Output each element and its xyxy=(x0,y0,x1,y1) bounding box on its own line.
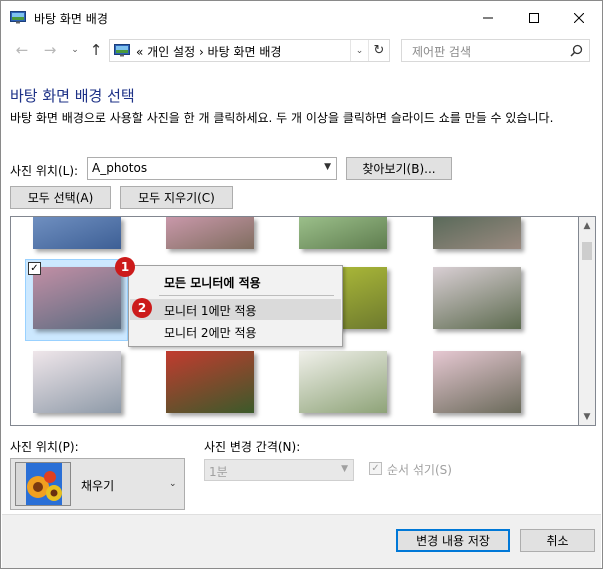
scroll-down-button[interactable]: ▼ xyxy=(579,408,595,425)
page-title: 바탕 화면 배경 선택 xyxy=(10,87,135,105)
thumbnail-dark-trees[interactable] xyxy=(433,217,521,249)
shuffle-label: 순서 섞기(S) xyxy=(387,463,452,477)
scrollbar-thumb[interactable] xyxy=(582,242,592,260)
minimize-icon xyxy=(483,17,493,18)
arrow-right-icon: → xyxy=(43,41,57,59)
interval-label: 사진 변경 간격(N): xyxy=(204,440,301,454)
close-icon xyxy=(574,12,584,23)
picture-checkbox[interactable]: ✓ xyxy=(28,262,41,275)
search-input[interactable]: 제어판 검색 xyxy=(401,39,590,62)
desktop-background-icon xyxy=(10,11,26,24)
step-badge-1: 1 xyxy=(115,257,135,277)
arrow-up-icon: ↑ xyxy=(89,41,103,59)
thumbnail-cherry-blossom-sky[interactable] xyxy=(33,351,121,413)
chevron-down-icon: ▼ xyxy=(324,162,331,172)
menu-item-apply-all-monitors[interactable]: 모든 모니터에 적용 xyxy=(164,274,261,291)
address-dropdown-button[interactable]: ⌄ xyxy=(350,40,368,61)
thumbnail-green-branch[interactable] xyxy=(299,217,387,249)
scroll-up-button[interactable]: ▲ xyxy=(579,217,595,234)
thumbnail-magnolia-building[interactable] xyxy=(33,267,121,329)
save-changes-button[interactable]: 변경 내용 저장 xyxy=(396,529,510,552)
title-bar: 바탕 화면 배경 xyxy=(1,1,602,34)
forward-button[interactable]: → xyxy=(41,41,59,59)
step-badge-2: 2 xyxy=(132,298,152,318)
chevron-down-icon: ⌄ xyxy=(71,45,79,55)
menu-separator xyxy=(159,295,334,296)
position-preview-image xyxy=(15,462,71,506)
thumbnail-pink-cherry-tree[interactable] xyxy=(433,351,521,413)
clear-all-button[interactable]: 모두 지우기(C) xyxy=(120,186,233,209)
maximize-icon xyxy=(529,12,539,23)
thumbnail-white-flowers[interactable] xyxy=(299,351,387,413)
menu-item-monitor-2-only[interactable]: 모니터 2에만 적용 xyxy=(130,321,341,342)
interval-value: 1분 xyxy=(209,465,228,479)
control-panel-icon xyxy=(114,44,130,57)
chevron-down-icon: ⌄ xyxy=(169,479,177,489)
back-button[interactable]: ← xyxy=(13,41,31,59)
thumbnail-white-cherry-park[interactable] xyxy=(433,267,521,329)
browse-button[interactable]: 찾아보기(B)... xyxy=(346,157,452,180)
interval-select[interactable]: 1분 ▼ xyxy=(204,459,354,481)
menu-item-label: 모니터 1에만 적용 xyxy=(164,304,257,318)
menu-item-label: 모니터 2에만 적용 xyxy=(164,326,257,340)
refresh-button[interactable]: ↻ xyxy=(368,40,389,61)
shuffle-checkbox[interactable]: ✓ xyxy=(369,462,382,475)
refresh-icon: ↻ xyxy=(373,43,385,58)
arrow-left-icon: ← xyxy=(15,41,29,59)
picture-location-label: 사진 위치(L): xyxy=(10,164,79,178)
picture-location-select[interactable]: A_photos ▼ xyxy=(87,157,337,180)
close-button[interactable] xyxy=(556,1,602,34)
search-icon xyxy=(570,44,583,57)
search-placeholder: 제어판 검색 xyxy=(412,45,472,59)
up-button[interactable]: ↑ xyxy=(87,41,105,59)
chevron-down-icon: ⌄ xyxy=(355,45,364,56)
thumbnail-blue-tree[interactable] xyxy=(33,217,121,249)
picture-position-label: 사진 위치(P): xyxy=(10,440,79,454)
navigation-bar: ← → ⌄ ↑ « 개인 설정 › 바탕 화면 배경 ⌄ ↻ 제어판 검색 xyxy=(1,34,602,66)
address-bar[interactable]: « 개인 설정 › 바탕 화면 배경 ⌄ ↻ xyxy=(109,39,390,62)
minimize-button[interactable] xyxy=(465,1,511,34)
cancel-button[interactable]: 취소 xyxy=(520,529,595,552)
select-all-button[interactable]: 모두 선택(A) xyxy=(10,186,111,209)
chevron-down-icon: ▼ xyxy=(583,411,591,422)
context-menu: 모든 모니터에 적용 모니터 1에만 적용 모니터 2에만 적용 xyxy=(128,265,343,347)
menu-item-monitor-1-only[interactable]: 모니터 1에만 적용 xyxy=(130,299,341,320)
footer-bar xyxy=(2,514,601,568)
page-description: 바탕 화면 배경으로 사용할 사진을 한 개 클릭하세요. 두 개 이상을 클릭… xyxy=(10,111,554,125)
recent-locations-button[interactable]: ⌄ xyxy=(66,42,84,58)
thumbnail-red-berries[interactable] xyxy=(166,351,254,413)
picture-position-select[interactable]: 채우기 ⌄ xyxy=(10,458,185,510)
picture-position-value: 채우기 xyxy=(81,479,115,493)
gallery-scrollbar[interactable]: ▲ ▼ xyxy=(579,216,596,426)
breadcrumb[interactable]: « 개인 설정 › 바탕 화면 배경 xyxy=(136,43,281,60)
thumbnail-magnolia-top[interactable] xyxy=(166,217,254,249)
desktop-background-window: 바탕 화면 배경 ← → ⌄ ↑ « 개인 설정 › 바탕 화면 배경 ⌄ ↻ xyxy=(0,0,603,569)
chevron-up-icon: ▲ xyxy=(583,220,591,231)
chevron-down-icon: ▼ xyxy=(341,464,348,474)
maximize-button[interactable] xyxy=(511,1,557,34)
window-title: 바탕 화면 배경 xyxy=(34,12,108,26)
picture-location-value: A_photos xyxy=(92,161,148,175)
